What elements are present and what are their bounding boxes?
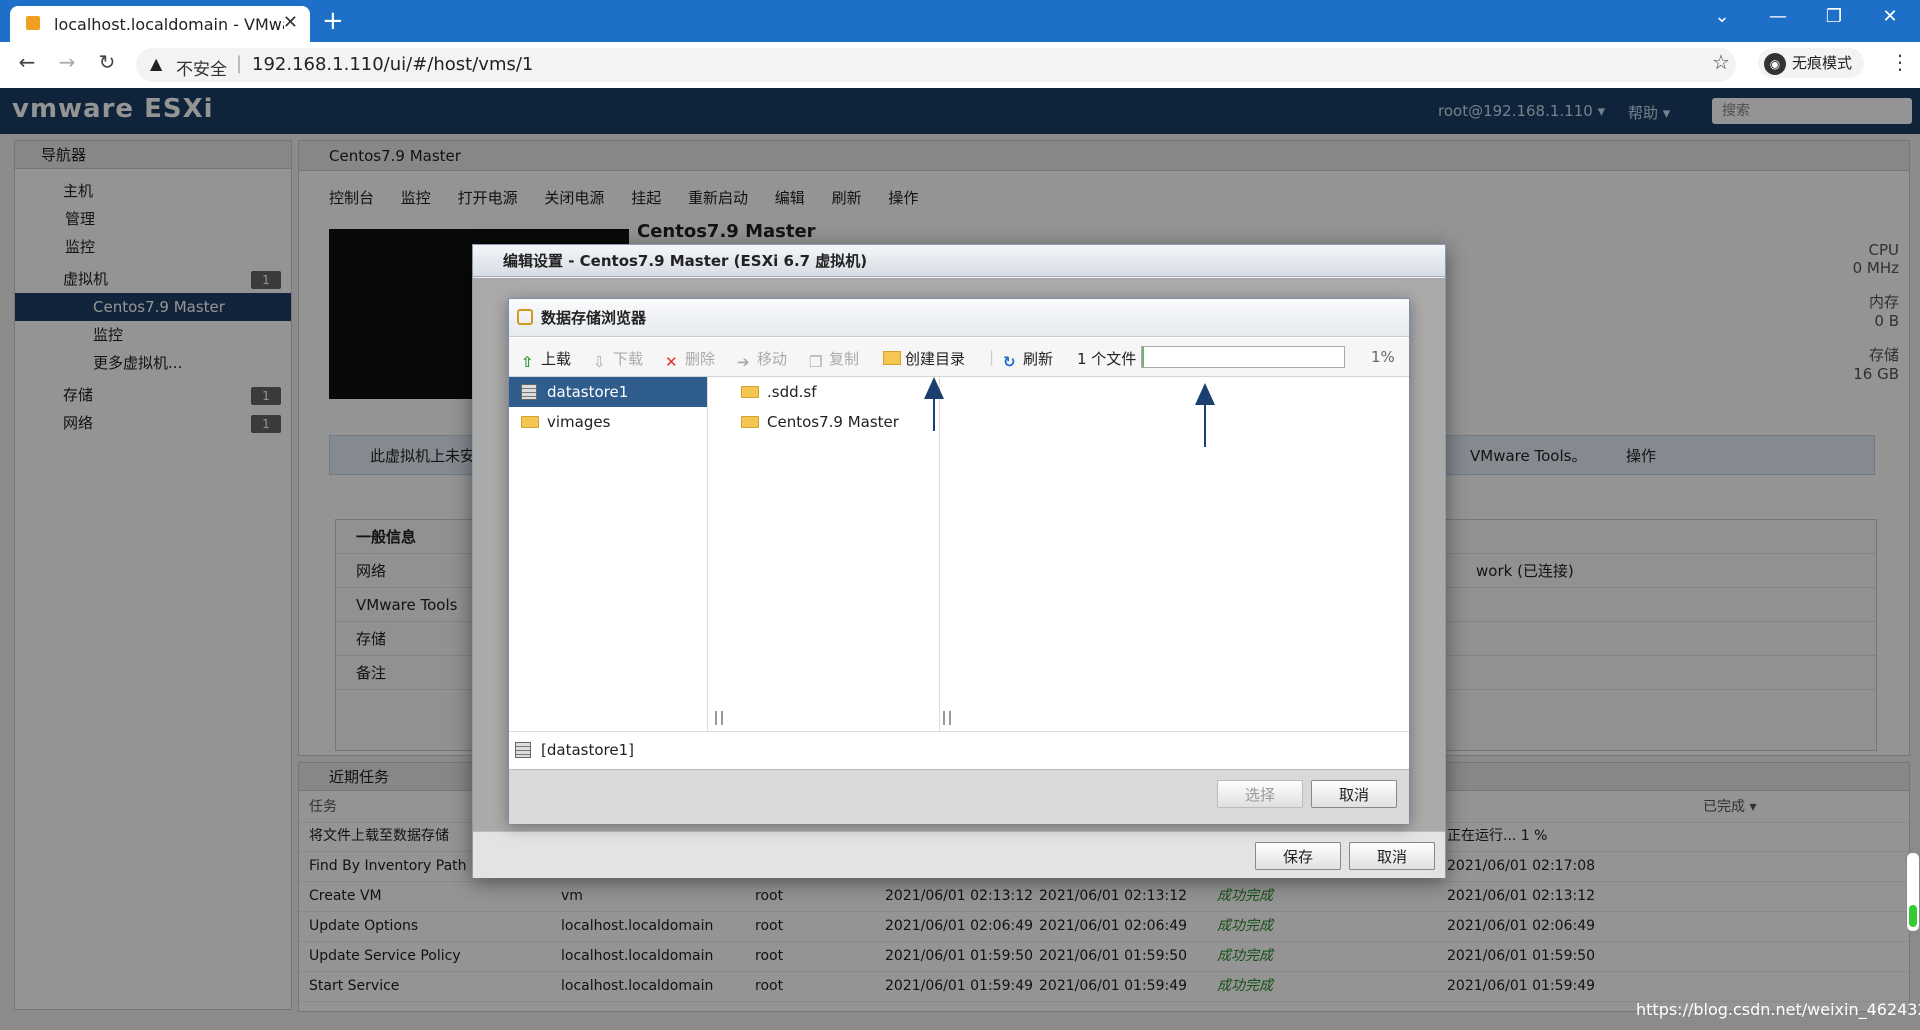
- insecure-label: 不安全: [176, 60, 227, 80]
- column-resize-handle[interactable]: [943, 711, 951, 725]
- move-button[interactable]: ➔ 移动: [737, 348, 788, 371]
- address-toolbar: ← → ↻ ▲ 不安全 | 192.168.1.110/ui/#/host/vm…: [0, 42, 1920, 89]
- refresh-button[interactable]: ↻ 刷新: [1003, 348, 1054, 371]
- annotation-arrow-shaft: [933, 397, 935, 431]
- new-folder-icon: [883, 351, 901, 365]
- folder-icon: [741, 416, 759, 428]
- upload-progress-bar: [1141, 346, 1345, 368]
- browser-tab-bar: localhost.localdomain - VMware ESXi ✕ + …: [0, 0, 1920, 42]
- datastore-label: vimages: [547, 413, 611, 431]
- annotation-arrow-shaft: [1204, 403, 1206, 447]
- edit-dialog-footer: 保存 取消: [473, 831, 1445, 878]
- url-text[interactable]: 192.168.1.110/ui/#/host/vms/1: [252, 54, 533, 75]
- incognito-label: 无痕模式: [1792, 54, 1853, 72]
- upload-button[interactable]: ⇧ 上载: [521, 348, 572, 371]
- delete-label: 删除: [685, 350, 716, 368]
- incognito-icon: ◉: [1764, 52, 1786, 75]
- download-label: 下载: [613, 350, 644, 368]
- copy-icon: ❐: [809, 353, 823, 371]
- scrollbar-widget[interactable]: [1906, 852, 1920, 932]
- copy-button[interactable]: ❐ 复制: [809, 348, 860, 371]
- move-label: 移动: [757, 350, 788, 368]
- url-bar[interactable]: ▲ 不安全 | 192.168.1.110/ui/#/host/vms/1: [136, 48, 1736, 82]
- folder-icon: [741, 386, 759, 398]
- folder-item-centos[interactable]: Centos7.9 Master: [729, 407, 939, 437]
- annotation-arrow-head: [924, 377, 944, 399]
- browser-menu-icon[interactable]: ⋮: [1890, 50, 1910, 74]
- datastore-icon: [521, 384, 537, 400]
- folder-icon: [521, 416, 539, 428]
- url-separator: |: [236, 53, 243, 74]
- datastore-label: datastore1: [547, 383, 629, 401]
- refresh-icon: ↻: [1003, 353, 1016, 371]
- download-icon: ⇩: [593, 353, 606, 371]
- cancel-button[interactable]: 取消: [1311, 780, 1397, 808]
- warning-triangle-icon: ▲: [150, 54, 163, 73]
- minimize-button[interactable]: —: [1758, 6, 1798, 27]
- copy-label: 复制: [829, 350, 860, 368]
- tab-title: localhost.localdomain - VMware ESXi: [54, 15, 284, 34]
- forward-arrow-icon[interactable]: →: [52, 50, 82, 74]
- datastore-browser-toolbar: ⇧ 上载 ⇩ 下载 ✕ 删除 ➔ 移动 ❐ 复制 创建目录 | ↻ 刷新 1 个文件 1%: [509, 338, 1409, 377]
- bookmark-star-icon[interactable]: ☆: [1712, 50, 1730, 74]
- browser-tab[interactable]: localhost.localdomain - VMware ESXi ✕: [10, 6, 310, 42]
- new-tab-button[interactable]: +: [322, 6, 344, 36]
- refresh-label: 刷新: [1023, 350, 1054, 368]
- move-icon: ➔: [737, 353, 750, 371]
- watermark: https://blog.csdn.net/weixin_46243282: [1636, 1000, 1920, 1019]
- download-button[interactable]: ⇩ 下载: [593, 348, 644, 371]
- datastore-list: datastore1 vimages: [509, 377, 723, 731]
- annotation-arrow-head: [1195, 383, 1215, 405]
- close-tab-icon[interactable]: ✕: [283, 12, 298, 33]
- cancel-button[interactable]: 取消: [1349, 842, 1435, 870]
- close-window-button[interactable]: ✕: [1870, 6, 1910, 27]
- create-directory-label: 创建目录: [905, 350, 966, 368]
- upload-progress-fill: [1142, 347, 1145, 367]
- back-arrow-icon[interactable]: ←: [12, 50, 42, 74]
- datastore-browser-icon: [517, 309, 533, 325]
- scrollbar-fill: [1909, 905, 1917, 927]
- datastore-item-datastore1[interactable]: datastore1: [509, 377, 707, 407]
- current-path-text: [datastore1]: [541, 741, 634, 759]
- datastore-browser-title: 数据存储浏览器: [509, 299, 1409, 337]
- reload-icon[interactable]: ↻: [92, 50, 122, 74]
- select-button[interactable]: 选择: [1217, 780, 1303, 808]
- tab-search-icon[interactable]: ⌄: [1702, 6, 1742, 27]
- vmware-favicon-icon: [26, 16, 40, 30]
- column-resize-handle[interactable]: [715, 711, 723, 725]
- folder-item-sdd-sf[interactable]: .sdd.sf: [729, 377, 939, 407]
- delete-icon: ✕: [665, 353, 678, 371]
- upload-label: 上载: [541, 350, 572, 368]
- upload-arrow-icon: ⇧: [521, 353, 534, 371]
- restore-button[interactable]: ❐: [1814, 6, 1854, 27]
- save-button[interactable]: 保存: [1255, 842, 1341, 870]
- file-count: 1 个文件: [1077, 350, 1137, 368]
- datastore-browser-footer: 选择 取消: [509, 769, 1409, 824]
- current-path: [datastore1]: [509, 731, 1409, 767]
- edit-dialog-title: 编辑设置 - Centos7.9 Master (ESXi 6.7 虚拟机): [473, 245, 1445, 277]
- create-directory-button[interactable]: 创建目录: [883, 348, 965, 369]
- incognito-badge[interactable]: ◉ 无痕模式: [1758, 48, 1865, 78]
- folder-label: .sdd.sf: [767, 383, 817, 401]
- delete-button[interactable]: ✕ 删除: [665, 348, 716, 371]
- folder-label: Centos7.9 Master: [767, 413, 899, 431]
- folder-list: .sdd.sf Centos7.9 Master: [729, 377, 951, 731]
- upload-percent: 1%: [1371, 348, 1395, 366]
- toolbar-divider: |: [989, 348, 995, 366]
- datastore-item-vimages[interactable]: vimages: [509, 407, 707, 437]
- datastore-browser-title-text: 数据存储浏览器: [541, 309, 647, 327]
- datastore-browser-dialog: 数据存储浏览器 ⇧ 上载 ⇩ 下载 ✕ 删除 ➔ 移动 ❐ 复制 创建目录 | ↻ 刷新 1…: [508, 298, 1410, 824]
- datastore-icon: [515, 742, 531, 758]
